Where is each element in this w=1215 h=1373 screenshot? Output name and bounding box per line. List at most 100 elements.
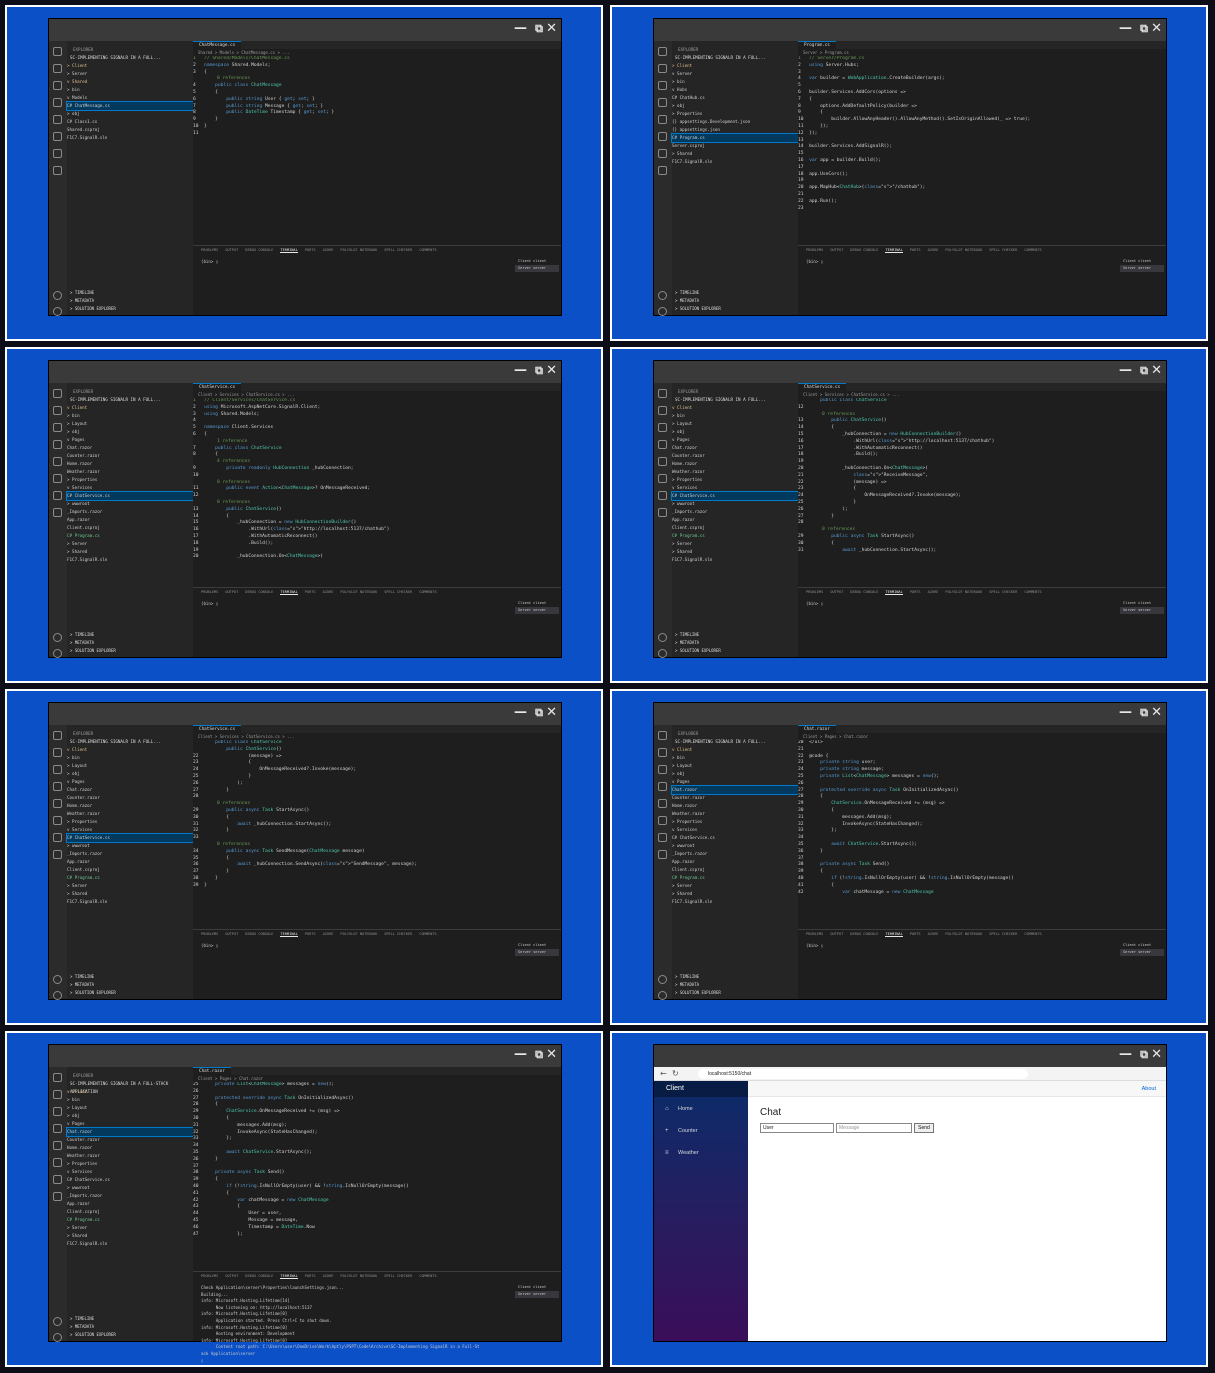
tree-item[interactable]: > bin xyxy=(672,754,798,762)
extensions-icon[interactable] xyxy=(53,115,62,124)
footer-section[interactable]: > SOLUTION EXPLORER xyxy=(70,1331,116,1339)
panel-tab[interactable]: PORTS xyxy=(910,590,921,594)
tree-item[interactable]: v Pages xyxy=(672,436,798,444)
terminal-instance[interactable]: Client client xyxy=(1120,600,1164,607)
close-button[interactable]: ✕ xyxy=(1151,705,1162,721)
tree-item[interactable]: Chat.razor xyxy=(67,786,193,794)
panel-tab[interactable]: POLYGLOT NOTEBOOK xyxy=(340,932,377,936)
gear-icon[interactable] xyxy=(53,991,62,1000)
breadcrumb[interactable]: Client > Services > ChatService.cs > ... xyxy=(193,733,561,740)
docker-icon[interactable] xyxy=(53,166,62,175)
account-icon[interactable] xyxy=(658,291,667,300)
workspace-name[interactable]: SC-IMPLEMENTING SIGNALR IN A FULL... xyxy=(675,396,766,404)
tree-item[interactable]: App.razor xyxy=(67,516,193,524)
send-button[interactable]: Send xyxy=(914,1123,934,1133)
tree-item[interactable]: v Client xyxy=(67,404,193,412)
terminal-output[interactable]: (bin> ▯ xyxy=(201,259,509,266)
tree-item[interactable]: C# Program.cs xyxy=(672,874,798,882)
tree-item[interactable]: Home.razor xyxy=(672,460,798,468)
panel-tab[interactable]: POLYGLOT NOTEBOOK xyxy=(945,932,982,936)
tree-item[interactable]: Home.razor xyxy=(67,802,193,810)
about-link[interactable]: About xyxy=(1142,1081,1156,1097)
panel-tab[interactable]: POLYGLOT NOTEBOOK xyxy=(340,248,377,252)
source-control-icon[interactable] xyxy=(658,765,667,774)
tree-item[interactable]: > obj xyxy=(67,1112,193,1120)
tree-item[interactable]: > Server xyxy=(672,540,798,548)
explorer-icon[interactable] xyxy=(53,1073,62,1082)
maximize-button[interactable]: ⧉ xyxy=(1140,21,1148,37)
tree-item[interactable]: App.razor xyxy=(672,858,798,866)
tree-item[interactable]: > Shared xyxy=(67,1232,193,1240)
tree-item[interactable]: v Pages xyxy=(67,1120,193,1128)
tab-active-file[interactable]: Chat.razor xyxy=(798,725,836,733)
testing-icon[interactable] xyxy=(53,149,62,158)
gear-icon[interactable] xyxy=(53,1333,62,1342)
tree-item[interactable]: Weather.razor xyxy=(67,468,193,476)
search-icon[interactable] xyxy=(658,64,667,73)
account-icon[interactable] xyxy=(53,291,62,300)
panel-tab[interactable]: TERMINAL xyxy=(885,248,903,253)
panel-tab[interactable]: OUTPUT xyxy=(225,1274,238,1278)
back-icon[interactable]: ← xyxy=(660,1069,667,1078)
close-button[interactable]: ✕ xyxy=(1151,363,1162,379)
terminal-instance[interactable]: Client client xyxy=(515,600,559,607)
panel-tab[interactable]: PORTS xyxy=(305,932,316,936)
tree-item[interactable]: _Imports.razor xyxy=(67,1192,193,1200)
tree-item[interactable]: F1C7.SignalR.sln xyxy=(672,556,798,564)
panel-tab[interactable]: PROBLEMS xyxy=(201,248,218,252)
remote-icon[interactable] xyxy=(53,474,62,483)
tree-item[interactable]: > obj xyxy=(672,102,798,110)
tree-item[interactable]: > Client xyxy=(672,62,798,70)
code-editor[interactable]: 1 // Client/Services/ChatService.cs 2 usi… xyxy=(193,398,561,588)
testing-icon[interactable] xyxy=(53,1175,62,1184)
tree-item[interactable]: C# ChatService.cs xyxy=(66,833,194,843)
explorer-icon[interactable] xyxy=(658,731,667,740)
footer-section[interactable]: > TIMELINE xyxy=(675,289,721,297)
terminal-instance[interactable]: Server server xyxy=(515,1291,559,1298)
panel-tab[interactable]: AZURE xyxy=(323,932,334,936)
tree-item[interactable]: > bin xyxy=(67,412,193,420)
tree-item[interactable]: > Properties xyxy=(67,818,193,826)
source-control-icon[interactable] xyxy=(658,81,667,90)
panel-tab[interactable]: DEBUG CONSOLE xyxy=(850,248,878,252)
account-icon[interactable] xyxy=(53,1317,62,1326)
footer-section[interactable]: > SOLUTION EXPLORER xyxy=(675,989,721,997)
remote-icon[interactable] xyxy=(658,132,667,141)
maximize-button[interactable]: ⧉ xyxy=(1140,363,1148,379)
workspace-name[interactable]: SC-IMPLEMENTING SIGNALR IN A FULL... xyxy=(675,738,766,746)
testing-icon[interactable] xyxy=(53,833,62,842)
tree-item[interactable]: C# Program.cs xyxy=(672,532,798,540)
terminal-instance[interactable]: Server server xyxy=(515,607,559,614)
close-button[interactable]: ✕ xyxy=(546,1047,557,1063)
tree-item[interactable]: > bin xyxy=(67,86,193,94)
panel-tab[interactable]: TERMINAL xyxy=(885,590,903,595)
panel-tab[interactable]: OUTPUT xyxy=(225,590,238,594)
tree-item[interactable]: v Services xyxy=(67,1168,193,1176)
panel-tab[interactable]: COMMENTS xyxy=(419,932,436,936)
panel-tab[interactable]: COMMENTS xyxy=(419,1274,436,1278)
panel-tab[interactable]: OUTPUT xyxy=(225,932,238,936)
source-control-icon[interactable] xyxy=(658,423,667,432)
maximize-button[interactable]: ⧉ xyxy=(535,1047,543,1063)
gear-icon[interactable] xyxy=(53,307,62,316)
address-bar[interactable]: localhost:5150/chat xyxy=(698,1069,1028,1079)
tree-item[interactable]: v Models xyxy=(67,94,193,102)
run-debug-icon[interactable] xyxy=(658,98,667,107)
maximize-button[interactable]: ⧉ xyxy=(535,705,543,721)
tree-item[interactable]: > wwwroot xyxy=(67,842,193,850)
tree-item[interactable]: Shared.csproj xyxy=(67,126,193,134)
tree-item[interactable]: v Services xyxy=(672,826,798,834)
search-icon[interactable] xyxy=(53,64,62,73)
footer-section[interactable]: > TIMELINE xyxy=(675,631,721,639)
terminal-instance[interactable]: Server server xyxy=(1120,607,1164,614)
tree-item[interactable]: Weather.razor xyxy=(672,468,798,476)
explorer-icon[interactable] xyxy=(658,389,667,398)
panel-tab[interactable]: PROBLEMS xyxy=(201,1274,218,1278)
panel-tab[interactable]: DEBUG CONSOLE xyxy=(245,248,273,252)
panel-tab[interactable]: SPELL CHECKER xyxy=(384,1274,412,1278)
breadcrumb[interactable]: Server > Program.cs xyxy=(798,49,1166,56)
tree-item[interactable]: > bin xyxy=(67,754,193,762)
code-editor[interactable]: 25 private List<ChatMessage> messages = … xyxy=(193,1082,561,1272)
footer-section[interactable]: > TIMELINE xyxy=(70,289,116,297)
docker-icon[interactable] xyxy=(658,166,667,175)
